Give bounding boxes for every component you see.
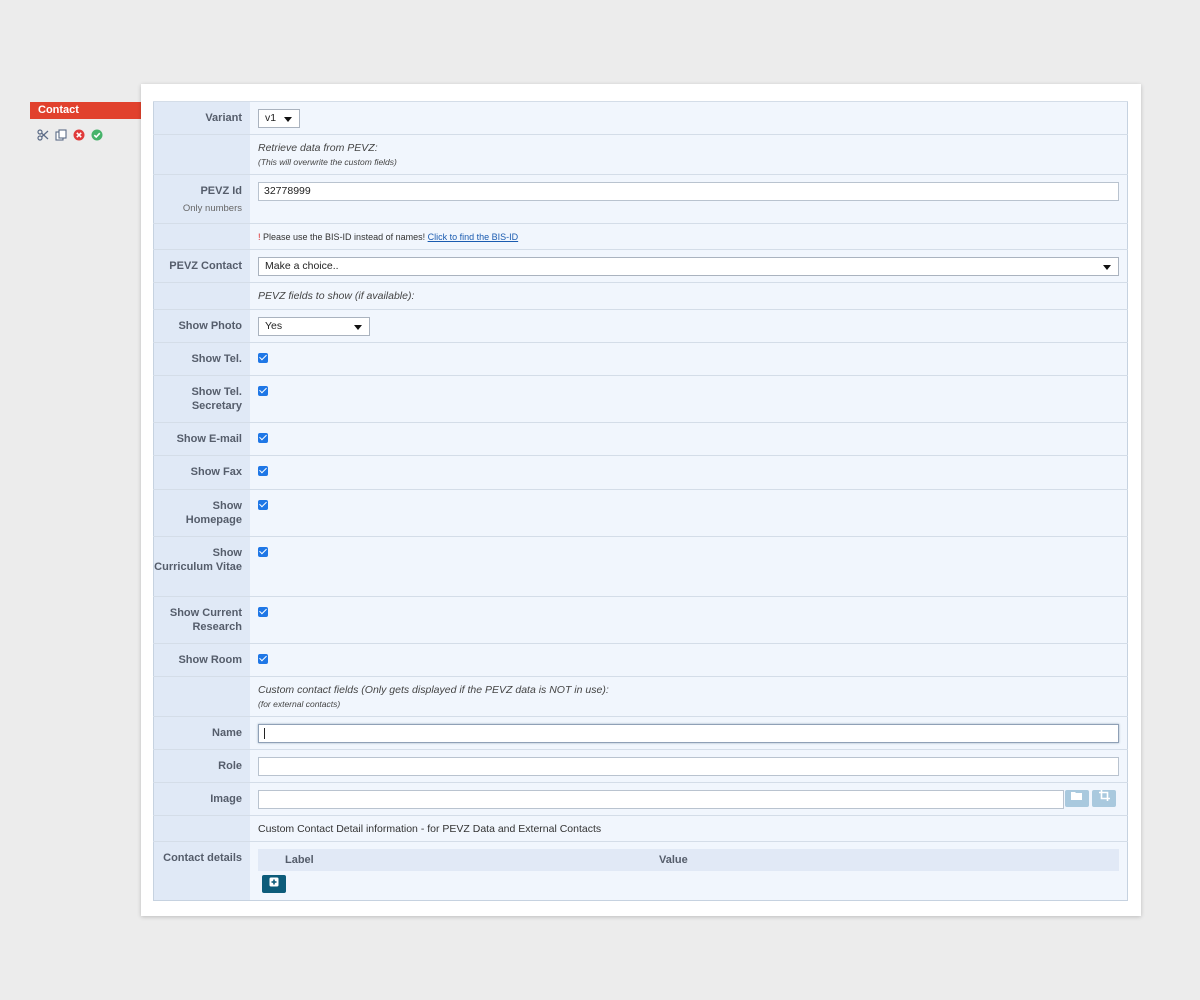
empty-label [153,134,250,175]
chevron-down-icon [354,325,362,330]
chevron-down-icon [1103,265,1111,270]
show-tel-secretary-checkbox[interactable] [258,386,268,396]
chevron-down-icon [284,117,292,122]
retrieve-subnote: (This will overwrite the custom fields) [258,157,397,167]
add-detail-button[interactable] [262,875,286,893]
label-column-header: Label [285,854,314,866]
retrieve-note: Retrieve data from PEVZ: [258,142,378,154]
show-email-checkbox[interactable] [258,433,268,443]
pevz-contact-value: Make a choice.. [265,260,339,272]
role-input[interactable] [258,757,1119,776]
show-tel-secretary-label: Show Tel. Secretary [153,375,250,423]
contact-detail-note: Custom Contact Detail information - for … [258,823,602,835]
text-cursor [264,727,265,739]
show-email-label: Show E-mail [153,422,250,456]
folder-icon [1071,792,1082,800]
custom-fields-note: Custom contact fields (Only gets display… [258,684,609,696]
role-label: Role [153,749,250,783]
show-fax-label: Show Fax [153,455,250,490]
delete-icon[interactable] [73,129,85,141]
show-photo-label: Show Photo [153,309,250,343]
empty-label [153,223,250,250]
pevz-contact-label: PEVZ Contact [153,249,250,283]
image-input[interactable] [258,790,1064,809]
editor-panel: Variant v1 Retrieve data from PEVZ: (Thi… [141,84,1141,916]
copy-icon[interactable] [55,129,67,141]
crop-image-button[interactable] [1092,790,1116,807]
empty-label [153,815,250,842]
element-toolbar [37,129,103,141]
show-tel-label: Show Tel. [153,342,250,376]
variant-value: v1 [265,112,277,124]
show-room-checkbox[interactable] [258,654,268,664]
empty-label [153,282,250,310]
crop-icon [1098,790,1110,801]
contact-form: Variant v1 Retrieve data from PEVZ: (Thi… [153,101,1128,901]
name-label: Name [153,716,250,750]
plus-icon [269,877,279,887]
show-cv-checkbox[interactable] [258,547,268,557]
image-label: Image [153,782,250,816]
contact-element-tag[interactable]: Contact [30,102,152,119]
browse-folder-button[interactable] [1065,790,1089,807]
pevz-id-label: PEVZ Id [200,185,242,197]
confirm-icon[interactable] [91,129,103,141]
show-fax-checkbox[interactable] [258,466,268,476]
show-homepage-checkbox[interactable] [258,500,268,510]
show-room-label: Show Room [153,643,250,677]
value-column-header: Value [659,854,688,866]
show-homepage-label: Show Homepage [153,489,250,537]
pevz-fields-note: PEVZ fields to show (if available): [258,290,415,302]
custom-fields-subnote: (for external contacts) [258,699,341,709]
pevz-contact-select[interactable]: Make a choice.. [258,257,1119,276]
warning-text: Please use the BIS-ID instead of names! [260,232,428,242]
show-photo-select[interactable]: Yes [258,317,370,336]
variant-select[interactable]: v1 [258,109,300,128]
contact-details-label: Contact details [153,841,250,901]
show-research-checkbox[interactable] [258,607,268,617]
contact-details-header: Label Value [258,849,1119,871]
show-research-label: Show Current Research [153,596,250,644]
scissors-icon[interactable] [37,129,49,141]
show-cv-label: Show Curriculum Vitae [153,536,250,597]
show-tel-checkbox[interactable] [258,353,268,363]
name-input[interactable] [258,724,1119,743]
variant-label: Variant [153,101,250,135]
pevz-id-hint: Only numbers [182,202,242,214]
pevz-id-input[interactable]: 32778999 [258,182,1119,201]
show-photo-value: Yes [265,320,283,332]
bis-id-warning: ! Please use the BIS-ID instead of names… [258,232,518,242]
find-bis-id-link[interactable]: Click to find the BIS-ID [428,232,519,242]
empty-label [153,676,250,717]
